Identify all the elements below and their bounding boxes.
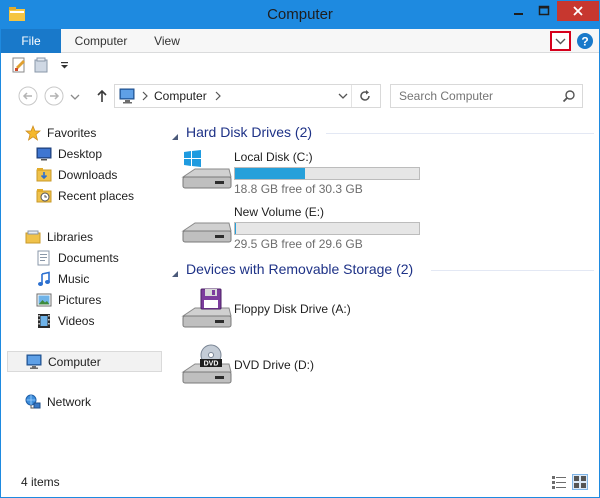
details-view-icon <box>552 476 566 489</box>
star-icon <box>25 125 41 141</box>
customize-arrow-icon[interactable] <box>57 57 73 73</box>
collapse-chevron-icon <box>171 265 179 277</box>
details-view-button[interactable] <box>551 474 567 490</box>
music-icon <box>36 271 52 287</box>
collapse-chevron-icon <box>171 128 179 140</box>
desktop-icon <box>36 146 52 162</box>
status-bar: 4 items <box>1 466 599 497</box>
item-count: 4 items <box>21 475 60 489</box>
nav-recent-places-label: Recent places <box>58 189 135 203</box>
recent-locations-button[interactable] <box>68 85 82 107</box>
svg-text:?: ? <box>581 35 588 49</box>
ribbon-tabs: File Computer View ? <box>1 29 599 53</box>
properties-icon[interactable] <box>11 57 27 73</box>
nav-computer-label: Computer <box>48 355 101 369</box>
search-box[interactable] <box>390 84 583 108</box>
breadcrumb-separator-icon[interactable] <box>214 90 222 102</box>
nav-favorites-label: Favorites <box>47 126 97 140</box>
computer-icon <box>119 88 137 104</box>
address-divider <box>351 85 352 107</box>
drive-free-space: 18.8 GB free of 30.3 GB <box>234 182 363 196</box>
network-icon <box>25 394 41 410</box>
chevron-down-icon <box>555 38 566 45</box>
chevron-down-icon <box>70 94 80 100</box>
breadcrumb-computer[interactable]: Computer <box>154 89 207 103</box>
drive-name: DVD Drive (D:) <box>234 358 314 372</box>
group-title-removable: Devices with Removable Storage (2) <box>186 261 414 277</box>
chevron-down-icon <box>338 93 348 99</box>
up-arrow-icon <box>97 89 107 102</box>
up-button[interactable] <box>91 85 113 107</box>
address-bar[interactable]: Computer <box>114 84 381 108</box>
nav-favorites[interactable]: Favorites <box>25 123 181 143</box>
drive-floppy-a[interactable]: Floppy Disk Drive (A:) <box>181 288 441 334</box>
nav-network-label: Network <box>47 395 92 409</box>
quick-access-toolbar <box>1 54 599 76</box>
refresh-button[interactable] <box>357 88 373 104</box>
svg-text:DVD: DVD <box>204 361 219 368</box>
documents-icon <box>36 250 52 266</box>
tab-computer[interactable]: Computer <box>63 29 139 53</box>
nav-downloads-label: Downloads <box>58 168 118 182</box>
drive-local-disk-c[interactable]: Local Disk (C:) 18.8 GB free of 30.3 GB <box>181 150 441 196</box>
back-arrow-icon <box>18 86 38 106</box>
drive-name: Floppy Disk Drive (A:) <box>234 302 351 316</box>
pictures-icon <box>36 292 52 308</box>
explorer-window: Computer File Computer View ? Computer S… <box>0 0 600 498</box>
tab-view[interactable]: View <box>141 29 193 53</box>
forward-button[interactable] <box>43 85 65 107</box>
nav-videos-label: Videos <box>58 314 95 328</box>
nav-computer[interactable]: Computer <box>7 351 162 372</box>
drive-free-space: 29.5 GB free of 29.6 GB <box>234 237 363 251</box>
new-folder-icon[interactable] <box>33 57 49 73</box>
nav-desktop-label: Desktop <box>58 147 103 161</box>
drive-dvd-d[interactable]: DVD DVD Drive (D:) <box>181 344 441 390</box>
forward-arrow-icon <box>44 86 64 106</box>
drive-name: New Volume (E:) <box>234 205 325 219</box>
recent-places-icon <box>36 188 52 204</box>
drive-new-volume-e[interactable]: New Volume (E:) 29.5 GB free of 29.6 GB <box>181 205 441 251</box>
content-area: Hard Disk Drives (2) Local Disk (C:) 18. <box>163 114 599 466</box>
windows-drive-icon <box>181 150 233 192</box>
expand-ribbon-button[interactable] <box>550 31 571 51</box>
group-title-hard-disks: Hard Disk Drives (2) <box>186 124 313 140</box>
nav-libraries[interactable]: Libraries <box>25 227 181 247</box>
computer-icon <box>26 354 42 370</box>
tiles-view-icon <box>574 476 586 488</box>
minimize-button[interactable] <box>505 1 531 21</box>
nav-music-label: Music <box>58 272 90 286</box>
tiles-view-button[interactable] <box>572 474 588 490</box>
search-input[interactable] <box>391 85 559 107</box>
breadcrumb-separator-icon[interactable] <box>141 90 149 102</box>
videos-icon <box>36 313 52 329</box>
drive-usage-bar <box>234 167 420 180</box>
refresh-icon <box>360 90 370 101</box>
drive-usage-bar <box>234 222 420 235</box>
drive-usage-fill <box>235 168 305 179</box>
libraries-icon <box>25 229 41 245</box>
drive-usage-fill <box>235 223 236 234</box>
navigation-pane: Favorites Desktop Downloads Recent place… <box>1 114 163 466</box>
help-icon: ? <box>577 33 593 49</box>
help-button[interactable]: ? <box>576 32 594 50</box>
back-button[interactable] <box>17 85 39 107</box>
downloads-folder-icon <box>36 167 52 183</box>
address-history-dropdown[interactable] <box>337 90 349 102</box>
floppy-drive-icon <box>181 288 233 330</box>
tab-file[interactable]: File <box>1 29 61 53</box>
address-row: Computer <box>1 78 599 114</box>
nav-pictures-label: Pictures <box>58 293 102 307</box>
group-divider <box>326 133 594 134</box>
dvd-drive-icon: DVD <box>181 344 233 386</box>
search-icon[interactable] <box>562 89 576 103</box>
close-button[interactable] <box>557 1 599 21</box>
nav-documents-label: Documents <box>58 251 119 265</box>
hard-drive-icon <box>181 205 233 247</box>
group-divider <box>431 270 594 271</box>
nav-libraries-label: Libraries <box>47 230 94 244</box>
nav-network[interactable]: Network <box>25 392 181 412</box>
title-bar: Computer <box>1 1 599 29</box>
drive-name: Local Disk (C:) <box>234 150 313 164</box>
maximize-button[interactable] <box>531 1 557 21</box>
